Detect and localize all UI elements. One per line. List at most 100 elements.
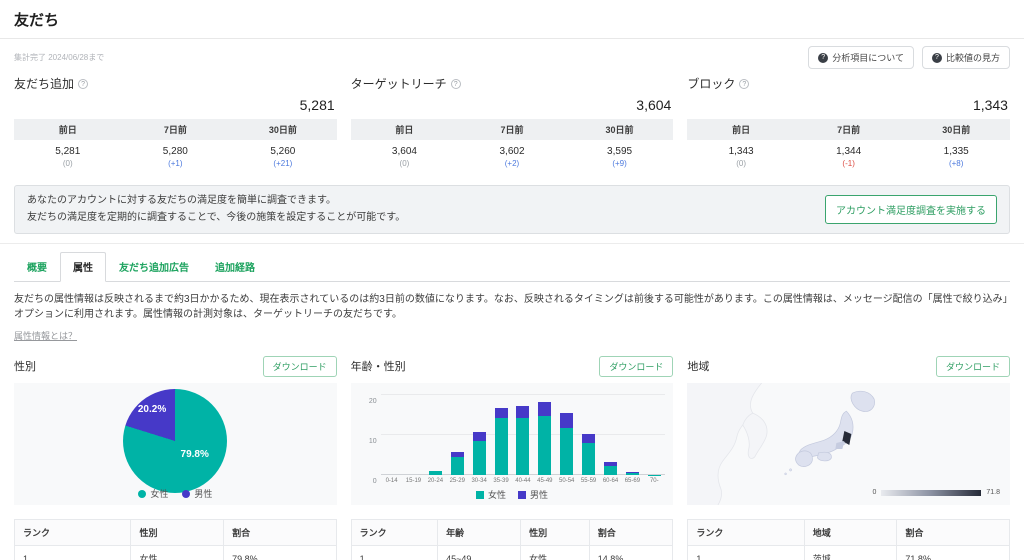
col-30-days: 30日前 [902, 119, 1010, 140]
stat-friends-added: 友だち追加 5,281 前日 7日前 30日前 5,281 (0) 5,280 (+… [14, 75, 337, 172]
x-axis-label: 50-54 [559, 478, 574, 484]
bar: 55-59 [578, 395, 600, 475]
gender-rank-table: ランク性別割合1女性79.8%2男性20.2%3不明0.0% [14, 519, 337, 560]
stat-delta: (+21) [229, 159, 337, 168]
bar: 70- [643, 395, 665, 475]
banner-line-1: あなたのアカウントに対する友だちの満足度を簡単に調査できます。 [27, 193, 405, 210]
table-cell: 女性 [521, 546, 590, 560]
x-axis-label: 15-19 [406, 478, 421, 484]
map-color-scale: 0 71.8 [872, 489, 1000, 496]
table-column-header: 割合 [589, 520, 673, 546]
x-axis-label: 70- [650, 478, 659, 484]
table-column-header: ランク [15, 520, 131, 546]
table-row: 145~49女性14.8% [351, 546, 673, 560]
stat-table-values: 1,343(0) 1,344(-1) 1,335(+8) [687, 140, 1010, 172]
run-satisfaction-survey-button[interactable]: アカウント満足度調査を実施する [825, 195, 997, 224]
bar: 40-44 [512, 395, 534, 475]
bar: 20-24 [424, 395, 446, 475]
download-button[interactable]: ダウンロード [936, 356, 1010, 377]
download-button[interactable]: ダウンロード [599, 356, 673, 377]
x-axis-label: 0-14 [386, 478, 398, 484]
bar-segment [495, 408, 508, 418]
table-cell: 1 [15, 546, 131, 560]
stat-value: 1,344 [795, 146, 903, 157]
meta-row: 集計完了 2024/06/28まで 分析項目について 比較値の見方 [0, 39, 1024, 71]
stat-value: 5,280 [122, 146, 230, 157]
table-row: 1茨城71.8% [688, 546, 1010, 560]
y-axis-tick: 0 [373, 478, 377, 485]
table-column-header: 地域 [804, 520, 897, 546]
table-header-row: ランク地域割合 [688, 520, 1010, 546]
stat-delta: (0) [14, 159, 122, 168]
question-circle-icon [818, 53, 828, 63]
bar-segment [451, 457, 464, 475]
bar: 65-69 [621, 395, 643, 475]
stat-value: 3,595 [566, 146, 674, 157]
col-prev-day: 前日 [351, 119, 459, 140]
table-column-header: 性別 [521, 520, 590, 546]
help-buttons: 分析項目について 比較値の見方 [808, 46, 1010, 69]
stat-title: 友だち追加 [14, 75, 74, 92]
bar: 35-39 [490, 395, 512, 475]
banner-line-2: 友だちの満足度を定期的に調査することで、今後の施策を設定することが可能です。 [27, 210, 405, 227]
col-30-days: 30日前 [229, 119, 337, 140]
male-legend-dot [182, 490, 190, 498]
stat-target-reach: ターゲットリーチ 3,604 前日 7日前 30日前 3,604(0) 3,60… [351, 75, 674, 172]
stat-table-header: 前日 7日前 30日前 [687, 119, 1010, 140]
bar: 0-14 [381, 395, 403, 475]
attributes-info-link[interactable]: 属性情報とは？ [14, 329, 77, 342]
stat-value: 1,335 [902, 146, 1010, 157]
female-legend-label: 女性 [488, 488, 506, 501]
stat-delta: (+8) [902, 159, 1010, 168]
gender-pie-chart: 79.8% 20.2% 女性 男性 [14, 383, 337, 505]
page-header: 友だち [0, 0, 1024, 39]
tab-attributes[interactable]: 属性 [60, 252, 106, 282]
x-axis-label: 55-59 [581, 478, 596, 484]
tab-friend-add-ads[interactable]: 友だち追加広告 [106, 252, 202, 281]
info-icon[interactable] [78, 79, 88, 89]
bar-segment [626, 473, 639, 475]
table-cell: 1 [688, 546, 804, 560]
stat-table-header: 前日 7日前 30日前 [351, 119, 674, 140]
bar-legend: 女性 男性 [351, 488, 674, 501]
info-icon[interactable] [739, 79, 749, 89]
x-axis-label: 40-44 [515, 478, 530, 484]
col-7-days: 7日前 [795, 119, 903, 140]
bar-segment [495, 418, 508, 475]
stat-delta: (+2) [458, 159, 566, 168]
age-gender-bar-chart: 010200-1415-1920-2425-2930-3435-3940-444… [351, 383, 674, 505]
bar-segment [429, 471, 442, 475]
gender-chart-section: 性別 ダウンロード 79.8% 20.2% 女性 男性 [14, 356, 337, 505]
banner-text: あなたのアカウントに対する友だちの満足度を簡単に調査できます。 友だちの満足度を… [27, 193, 405, 226]
table-column-header: 年齢 [438, 520, 521, 546]
male-legend-label: 男性 [530, 488, 548, 501]
bar-segment [473, 441, 486, 475]
stats-grid: 友だち追加 5,281 前日 7日前 30日前 5,281 (0) 5,280 (+… [0, 71, 1024, 172]
stat-total: 3,604 [351, 97, 672, 113]
tab-overview[interactable]: 概要 [14, 252, 60, 281]
scale-min-label: 0 [872, 489, 876, 496]
bar-segment [604, 466, 617, 475]
table-row: 1女性79.8% [15, 546, 337, 560]
stat-total: 5,281 [14, 97, 335, 113]
info-icon[interactable] [451, 79, 461, 89]
analysis-items-button[interactable]: 分析項目について [808, 46, 914, 69]
table-header-row: ランク性別割合 [15, 520, 337, 546]
gender-chart-title: 性別 [14, 358, 36, 374]
stat-value: 5,260 [229, 146, 337, 157]
stat-table-header: 前日 7日前 30日前 [14, 119, 337, 140]
stat-value: 5,281 [14, 146, 122, 157]
bar-segment [560, 428, 573, 475]
pie-value-male: 20.2% [138, 404, 166, 415]
col-prev-day: 前日 [14, 119, 122, 140]
bar: 30-34 [468, 395, 490, 475]
comparison-help-button[interactable]: 比較値の見方 [922, 46, 1010, 69]
table-cell: 14.8% [589, 546, 673, 560]
table-column-header: 割合 [897, 520, 1010, 546]
tab-add-routes[interactable]: 追加経路 [202, 252, 268, 281]
col-7-days: 7日前 [458, 119, 566, 140]
bar-segment [560, 413, 573, 428]
download-button[interactable]: ダウンロード [263, 356, 337, 377]
stat-delta: (+9) [566, 159, 674, 168]
table-header-row: ランク年齢性別割合 [351, 520, 673, 546]
